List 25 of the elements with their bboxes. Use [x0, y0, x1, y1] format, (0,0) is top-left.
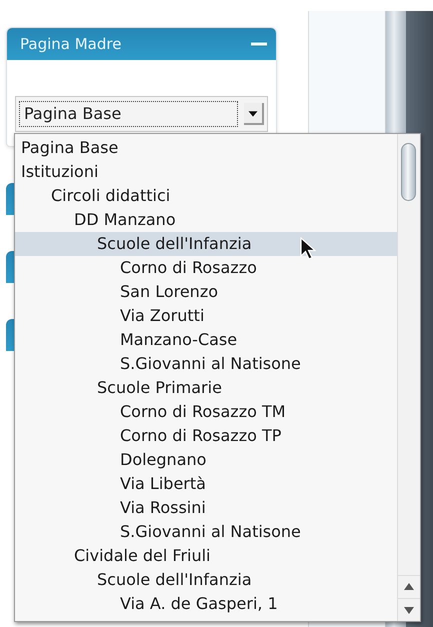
page-select[interactable]: Pagina Base [15, 96, 268, 132]
dropdown-option[interactable]: S.Giovanni al Natisone [15, 352, 397, 376]
panel-title: Pagina Madre [20, 35, 122, 53]
dropdown-option[interactable]: Scuole dell'Infanzia [15, 232, 397, 256]
dropdown-option[interactable]: Dolegnano [15, 448, 397, 472]
dropdown-option[interactable]: Scuole dell'Infanzia [15, 568, 397, 592]
scrollbar-thumb[interactable] [401, 143, 416, 201]
dropdown-option[interactable]: Istituzioni [15, 160, 397, 184]
scrollbar[interactable] [397, 134, 420, 621]
dropdown-option[interactable]: San Lorenzo [15, 280, 397, 304]
dropdown-option[interactable]: Corno di Rosazzo [15, 256, 397, 280]
dropdown-option[interactable]: Via Rossini [15, 496, 397, 520]
dropdown-option[interactable]: DD Manzano [15, 208, 397, 232]
mouse-cursor-icon [300, 237, 316, 261]
dropdown-option[interactable]: S.Giovanni al Natisone [15, 520, 397, 544]
dropdown-option[interactable]: Scuole Primarie [15, 376, 397, 400]
dropdown-option[interactable]: Via Libertà [15, 472, 397, 496]
dropdown-option[interactable]: Pagina Base [15, 136, 397, 160]
dropdown-option[interactable]: Circoli didattici [15, 184, 397, 208]
dropdown-option[interactable]: Via Zorutti [15, 304, 397, 328]
dropdown-option[interactable]: Corno di Rosazzo TP [15, 424, 397, 448]
dropdown-option[interactable]: Corno di Rosazzo TM [15, 400, 397, 424]
dropdown-option[interactable]: Manzano-Case [15, 328, 397, 352]
dropdown-option[interactable]: Via A. de Gasperi, 1 [15, 592, 397, 616]
dropdown-option[interactable]: Cividale del Friuli [15, 544, 397, 568]
